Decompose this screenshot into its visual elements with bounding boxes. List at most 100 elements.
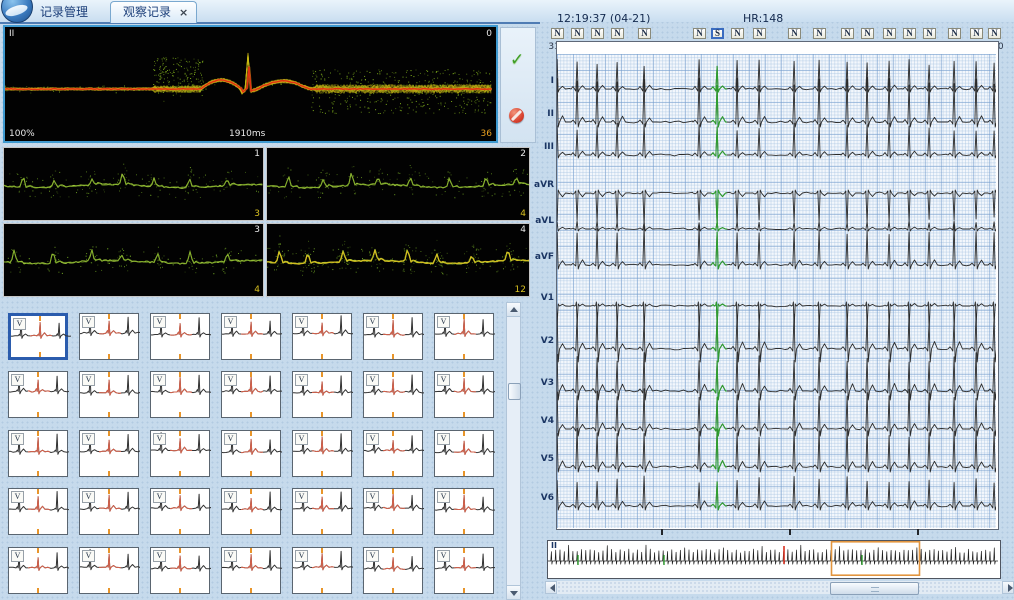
align-tick-top <box>321 314 323 319</box>
channel-panel-1[interactable]: 1 3 <box>3 147 264 221</box>
align-tick-top <box>392 431 394 436</box>
beat-thumbnail[interactable]: V <box>8 313 68 360</box>
beat-label-n[interactable]: N <box>903 28 916 39</box>
beat-type-badge: V <box>153 316 166 328</box>
beat-thumbnail[interactable]: V <box>434 547 494 594</box>
beat-label-n[interactable]: N <box>591 28 604 39</box>
ecg-grid-area[interactable] <box>557 54 996 528</box>
beat-thumbnail[interactable]: V <box>292 488 352 535</box>
beat-thumbnail[interactable]: V <box>150 313 210 360</box>
align-tick-bottom <box>39 352 41 357</box>
beat-label-n[interactable]: N <box>788 28 801 39</box>
beat-label-n[interactable]: N <box>970 28 983 39</box>
align-tick-bottom <box>108 588 110 593</box>
beat-thumbnail[interactable]: V <box>221 547 281 594</box>
overview-horizontal-scrollbar[interactable] <box>545 581 1014 594</box>
beat-thumbnail[interactable]: V <box>8 488 68 535</box>
lead-label-avf: aVF <box>528 252 554 262</box>
scroll-down-button[interactable] <box>507 585 520 599</box>
beat-label-n[interactable]: N <box>883 28 896 39</box>
beat-label-n[interactable]: N <box>551 28 564 39</box>
beat-label-n[interactable]: N <box>753 28 766 39</box>
beat-label-n[interactable]: N <box>948 28 961 39</box>
beat-thumbnail[interactable]: V <box>434 488 494 535</box>
beat-thumbnail[interactable]: V <box>79 547 139 594</box>
beat-label-n[interactable]: N <box>988 28 1001 39</box>
beat-thumbnail[interactable]: V <box>363 430 423 477</box>
beat-thumbnail[interactable]: V <box>434 313 494 360</box>
scroll-left-button[interactable] <box>545 581 557 594</box>
beat-type-badge: V <box>295 491 308 503</box>
beat-thumbnail[interactable]: V <box>79 371 139 418</box>
align-tick-bottom <box>37 412 39 417</box>
beat-label-n[interactable]: N <box>813 28 826 39</box>
beat-thumbnail[interactable]: V <box>434 371 494 418</box>
beat-thumbnail[interactable]: V <box>79 313 139 360</box>
beat-thumbnail[interactable]: V <box>292 313 352 360</box>
overview-trace <box>548 541 998 576</box>
beat-thumbnail[interactable]: V <box>363 313 423 360</box>
align-tick-top <box>250 372 252 377</box>
beat-label-n[interactable]: N <box>693 28 706 39</box>
beat-thumbnail[interactable]: V <box>363 547 423 594</box>
beat-thumbnail[interactable]: V <box>8 547 68 594</box>
beat-label-n[interactable]: N <box>611 28 624 39</box>
align-tick-bottom <box>392 529 394 534</box>
align-tick-top <box>179 548 181 553</box>
align-tick-bottom <box>179 588 181 593</box>
beat-thumbnail[interactable]: V <box>8 430 68 477</box>
beat-thumbnail[interactable]: V <box>150 371 210 418</box>
channel-panel-4[interactable]: 4 12 <box>266 223 530 297</box>
tab-observe-record[interactable]: 观察记录× <box>110 1 197 23</box>
beat-label-n[interactable]: N <box>731 28 744 39</box>
beat-label-n[interactable]: N <box>571 28 584 39</box>
beat-thumbnail[interactable]: V <box>292 371 352 418</box>
beat-label-s[interactable]: S <box>711 28 724 39</box>
template-overlay-panel[interactable]: II 0 100% 1910ms 36 <box>3 25 498 143</box>
reject-prohibit-icon[interactable] <box>509 108 524 123</box>
lead-label-v3: V3 <box>528 378 554 388</box>
accept-check-icon[interactable]: ✓ <box>510 50 524 70</box>
beat-thumbnail[interactable]: V <box>434 430 494 477</box>
gallery-vertical-scrollbar[interactable] <box>506 302 521 600</box>
lead-label-v2: V2 <box>528 336 554 346</box>
beat-label-n[interactable]: N <box>861 28 874 39</box>
overview-strip[interactable]: II <box>547 540 1001 579</box>
scrollbar-thumb[interactable] <box>830 582 919 595</box>
tab-record-management[interactable]: 记录管理 <box>30 3 98 22</box>
beat-thumbnail[interactable]: V <box>363 488 423 535</box>
beat-thumbnail[interactable]: V <box>221 313 281 360</box>
scroll-up-button[interactable] <box>507 303 520 317</box>
scrollbar-track[interactable] <box>557 581 1002 594</box>
beat-label-n[interactable]: N <box>638 28 651 39</box>
align-tick-top <box>321 372 323 377</box>
beat-thumbnail[interactable]: V <box>363 371 423 418</box>
channel-panel-2[interactable]: 2 4 <box>266 147 530 221</box>
overview-selection-box[interactable] <box>832 542 920 575</box>
template-index: 0 <box>486 29 492 39</box>
template-zoom-level: 100% <box>9 129 35 139</box>
beat-thumbnail[interactable]: V <box>221 488 281 535</box>
beat-label-n[interactable]: N <box>923 28 936 39</box>
prohibit-slash <box>511 110 522 121</box>
beat-thumbnail[interactable]: V <box>292 430 352 477</box>
channel-panel-3[interactable]: 3 4 <box>3 223 264 297</box>
align-tick-top <box>179 372 181 377</box>
beat-thumbnail[interactable]: V <box>150 430 210 477</box>
beat-thumbnail[interactable]: V <box>150 547 210 594</box>
scroll-right-button[interactable] <box>1002 581 1014 594</box>
scrollbar-thumb[interactable] <box>508 383 521 400</box>
ecg-grid-panel[interactable] <box>556 41 999 530</box>
beat-thumbnail[interactable]: V <box>221 430 281 477</box>
beat-type-badge: V <box>82 316 95 328</box>
beat-thumbnail[interactable]: V <box>150 488 210 535</box>
tab-close-icon[interactable]: × <box>179 2 188 23</box>
lead-label-avr: aVR <box>528 180 554 190</box>
lead-label-v5: V5 <box>528 454 554 464</box>
beat-thumbnail[interactable]: V <box>79 488 139 535</box>
beat-thumbnail[interactable]: V <box>292 547 352 594</box>
beat-thumbnail[interactable]: V <box>8 371 68 418</box>
beat-label-n[interactable]: N <box>841 28 854 39</box>
beat-thumbnail[interactable]: V <box>79 430 139 477</box>
beat-thumbnail[interactable]: V <box>221 371 281 418</box>
